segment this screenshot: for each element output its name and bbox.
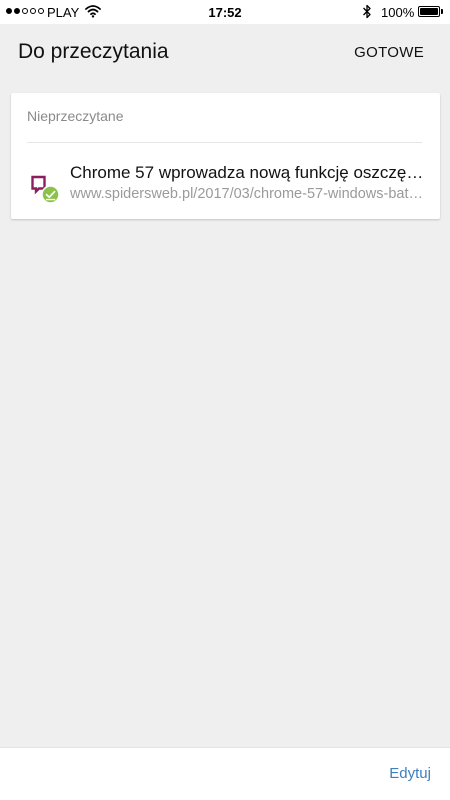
status-bar: PLAY 17:52 100% [0, 0, 450, 24]
article-url: www.spidersweb.pl/2017/03/chrome-57-wind… [70, 186, 428, 202]
article-title: Chrome 57 wprowadza nową funkcję oszczęd… [70, 163, 428, 182]
chat-bubble-icon [31, 175, 60, 204]
bottom-toolbar: Edytuj [0, 747, 450, 800]
reading-list-item[interactable]: Chrome 57 wprowadza nową funkcję oszczęd… [11, 143, 440, 219]
battery-tip [441, 9, 443, 14]
edit-button[interactable]: Edytuj [389, 765, 431, 782]
battery-icon [418, 6, 440, 17]
section-header-unread: Nieprzeczytane [27, 108, 124, 124]
done-button[interactable]: GOTOWE [354, 44, 424, 61]
battery-percentage: 100% [381, 5, 415, 20]
header: Do przeczytania GOTOWE [0, 24, 450, 84]
bluetooth-icon [363, 4, 371, 19]
reading-list-card: Nieprzeczytane Chrome 57 wprowadza nową … [11, 93, 440, 219]
downloaded-check-icon [41, 185, 60, 204]
page-title: Do przeczytania [18, 40, 169, 63]
